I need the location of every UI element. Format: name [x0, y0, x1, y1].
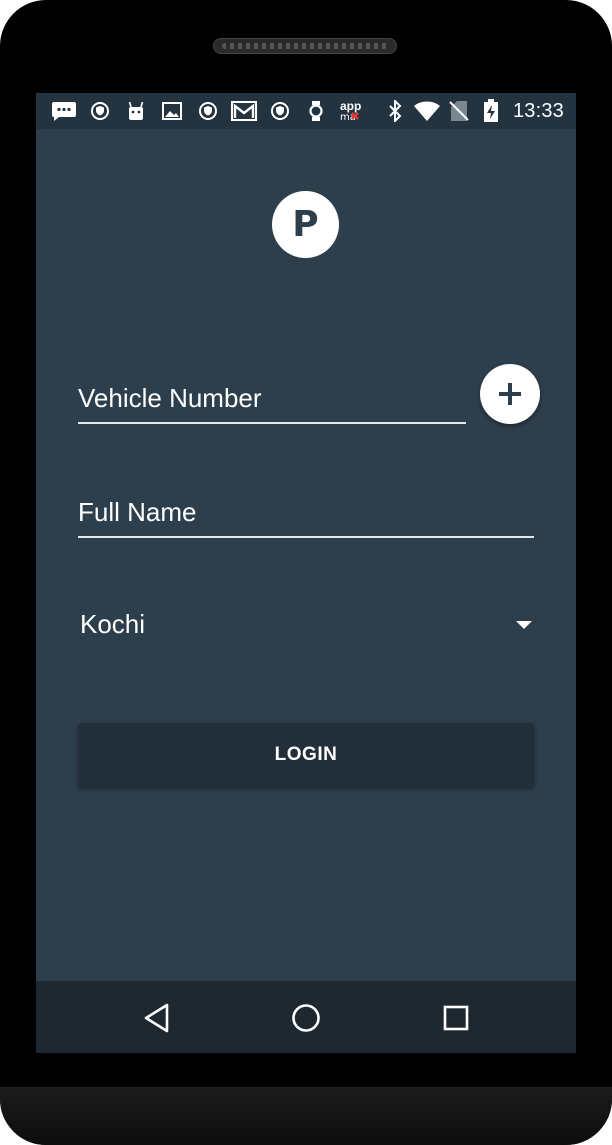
login-button[interactable]: LOGIN — [78, 723, 534, 787]
bluetooth-icon — [381, 99, 409, 123]
shield-icon — [194, 99, 222, 123]
navigation-bar — [36, 981, 576, 1053]
message-icon — [50, 99, 78, 123]
recents-icon[interactable] — [439, 1001, 473, 1035]
vehicle-number-underline — [78, 422, 466, 424]
image-icon — [158, 99, 186, 123]
city-dropdown[interactable]: Kochi — [80, 605, 536, 645]
vehicle-number-input[interactable]: Vehicle Number — [78, 381, 466, 425]
app-screen: app ma 13:33 P Vehicle Number Full Name … — [36, 93, 576, 1053]
phone-device-frame: app ma 13:33 P Vehicle Number Full Name … — [0, 0, 612, 1145]
status-clock: 13:33 — [512, 99, 564, 122]
plus-icon — [499, 383, 521, 405]
full-name-input[interactable]: Full Name — [78, 495, 534, 539]
no-sim-icon — [445, 99, 473, 123]
android-icon — [122, 99, 150, 123]
city-selected-value: Kochi — [80, 609, 146, 639]
watch-icon — [302, 99, 330, 123]
shield-icon — [86, 99, 114, 123]
dropdown-arrow-icon — [516, 621, 532, 629]
full-name-underline — [78, 536, 534, 538]
add-vehicle-button[interactable] — [480, 364, 540, 424]
logo-letter: P — [292, 204, 319, 245]
speaker-grille — [213, 38, 397, 54]
home-icon[interactable] — [289, 1001, 323, 1035]
shield-icon — [266, 99, 294, 123]
vehicle-number-placeholder: Vehicle Number — [78, 383, 262, 413]
full-name-placeholder: Full Name — [78, 497, 197, 527]
device-bottom-bezel — [0, 1087, 612, 1145]
wifi-icon — [413, 99, 441, 123]
battery-charging-icon — [477, 99, 505, 123]
back-icon[interactable] — [140, 1001, 174, 1035]
app-icon: app ma — [338, 99, 366, 123]
gmail-icon — [230, 99, 258, 123]
status-bar: app ma 13:33 — [36, 93, 576, 129]
app-logo: P — [272, 191, 339, 258]
